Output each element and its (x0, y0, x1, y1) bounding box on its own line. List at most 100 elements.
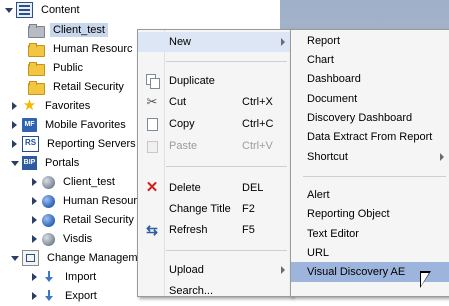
submenu-arrow-icon (281, 266, 285, 274)
expand-arrow-icon[interactable] (30, 215, 39, 225)
menu-item-change-title[interactable]: Change Title F2 (138, 199, 291, 219)
submenu-item-url[interactable]: URL (291, 243, 449, 263)
tree-node-label: Visdis (63, 233, 93, 245)
change-management-icon (22, 250, 39, 266)
submenu-arrow-icon (281, 38, 285, 46)
tree-node-portal-retail-security[interactable]: Retail Security (30, 210, 137, 230)
tree-node-label: Public (53, 62, 83, 74)
menu-item-label: Copy (169, 118, 195, 130)
menu-separator (166, 61, 287, 62)
submenu-item-label: Reporting Object (307, 208, 390, 220)
menu-gutter (164, 30, 165, 296)
tree-node-public-folder[interactable]: Public (28, 58, 86, 78)
menu-item-shortcut: F5 (242, 224, 255, 236)
menu-item-search[interactable]: Search... (138, 281, 291, 301)
folder-icon (28, 42, 45, 57)
expand-arrow-icon[interactable] (30, 291, 39, 301)
menu-item-label: Duplicate (169, 75, 215, 87)
tree-node-change-management[interactable]: Change Manageme (10, 248, 147, 268)
menu-item-upload[interactable]: Upload (138, 260, 291, 280)
tree-node-reporting-servers[interactable]: RS Reporting Servers (10, 134, 139, 154)
submenu-item-document[interactable]: Document (291, 89, 449, 109)
menu-item-refresh[interactable]: ⇆ Refresh F5 (138, 220, 291, 240)
menu-item-duplicate[interactable]: Duplicate (138, 71, 291, 91)
collapse-arrow-icon[interactable] (4, 6, 13, 15)
globe-icon (42, 213, 55, 227)
tree-node-mobile-favorites[interactable]: MF Mobile Favorites (10, 115, 129, 135)
submenu-item-data-extract[interactable]: Data Extract From Report (291, 127, 449, 147)
expand-arrow-icon[interactable] (10, 139, 19, 149)
tree-node-human-resources-folder[interactable]: Human Resourc (28, 39, 135, 59)
tree-node-label: Favorites (45, 100, 91, 112)
tree-node-retail-security-folder[interactable]: Retail Security (28, 77, 127, 97)
expand-arrow-icon[interactable] (30, 272, 39, 282)
menu-item-shortcut: Ctrl+C (242, 118, 274, 130)
menu-item-label: Change Title (169, 203, 231, 215)
paste-icon (145, 139, 159, 153)
cut-icon: ✂ (146, 94, 158, 109)
tree-node-label: Client_test (50, 23, 108, 37)
tree-node-portal-visdis[interactable]: Visdis (30, 229, 95, 249)
tree-node-export[interactable]: Export (30, 286, 100, 306)
menu-item-paste[interactable]: Paste Ctrl+V (138, 136, 291, 156)
menu-item-copy[interactable]: Copy Ctrl+C (138, 114, 291, 134)
submenu-arrow-icon (440, 153, 444, 161)
import-icon (42, 270, 57, 284)
menu-item-shortcut: DEL (242, 182, 264, 194)
tree-node-label: Reporting Servers (47, 138, 136, 150)
tree-node-portal-client-test[interactable]: Client_test (30, 172, 118, 192)
menu-item-new[interactable]: New (138, 32, 291, 52)
mobile-favorites-icon: MF (22, 118, 37, 132)
menu-item-label: Upload (169, 264, 204, 276)
menu-item-delete[interactable]: ✕ Delete DEL (138, 178, 291, 198)
delete-icon: ✕ (145, 179, 159, 196)
submenu-item-shortcut[interactable]: Shortcut (291, 147, 449, 167)
expand-arrow-icon[interactable] (10, 101, 19, 111)
expand-arrow-icon[interactable] (10, 120, 19, 130)
menu-item-label: Paste (169, 140, 198, 152)
star-icon: ★ (22, 97, 37, 114)
portals-icon: BIP (22, 156, 37, 170)
submenu-item-report[interactable]: Report (291, 31, 449, 51)
tree-node-label: Portals (45, 157, 80, 169)
menu-item-cut[interactable]: ✂ Cut Ctrl+X (138, 92, 291, 112)
tree-node-label: Content (41, 4, 80, 16)
submenu-item-alert[interactable]: Alert (291, 185, 449, 205)
tree-node-client-test-folder[interactable]: Client_test (28, 20, 108, 40)
expand-arrow-icon[interactable] (30, 196, 39, 206)
submenu-item-label: URL (307, 247, 330, 259)
tree-node-label: Export (65, 290, 97, 302)
menu-item-label: Search... (169, 285, 214, 297)
duplicate-icon (145, 74, 160, 89)
context-menu: New Duplicate ✂ Cut Ctrl+X Copy Ctrl+C P… (137, 29, 292, 297)
submenu-item-discovery-dashboard[interactable]: Discovery Dashboard (291, 108, 449, 128)
folder-icon (28, 23, 45, 38)
menu-item-label: Cut (169, 96, 187, 108)
tree-node-label: Human Resourc (53, 43, 133, 55)
submenu-item-label: Document (307, 93, 358, 105)
submenu-item-label: Dashboard (307, 73, 361, 85)
tree-node-content[interactable]: Content (4, 0, 83, 20)
menu-item-label: Refresh (169, 224, 208, 236)
submenu-item-text-editor[interactable]: Text Editor (291, 224, 449, 244)
submenu-item-chart[interactable]: Chart (291, 50, 449, 70)
submenu-item-dashboard[interactable]: Dashboard (291, 69, 449, 89)
tree-node-portals[interactable]: BIP Portals (10, 153, 82, 173)
expand-arrow-icon[interactable] (30, 177, 39, 187)
collapse-arrow-icon[interactable] (10, 254, 19, 263)
menu-item-shortcut: Ctrl+X (242, 96, 273, 108)
tree-node-portal-human-resources[interactable]: Human Resourc (30, 191, 145, 211)
tree-node-favorites[interactable]: ★ Favorites (10, 96, 93, 116)
submenu-item-label: Chart (307, 54, 334, 66)
menu-item-shortcut: F2 (242, 203, 255, 215)
submenu-item-label: Discovery Dashboard (307, 112, 413, 124)
tree-node-label: Retail Security (63, 214, 134, 226)
tree-node-import[interactable]: Import (30, 267, 99, 287)
submenu-item-label: Text Editor (307, 228, 359, 240)
collapse-arrow-icon[interactable] (10, 159, 19, 168)
expand-arrow-icon[interactable] (30, 234, 39, 244)
submenu-item-reporting-object[interactable]: Reporting Object (291, 204, 449, 224)
tree-node-label: Import (65, 271, 97, 283)
tree-node-label: Retail Security (53, 81, 124, 93)
globe-icon (42, 194, 55, 208)
